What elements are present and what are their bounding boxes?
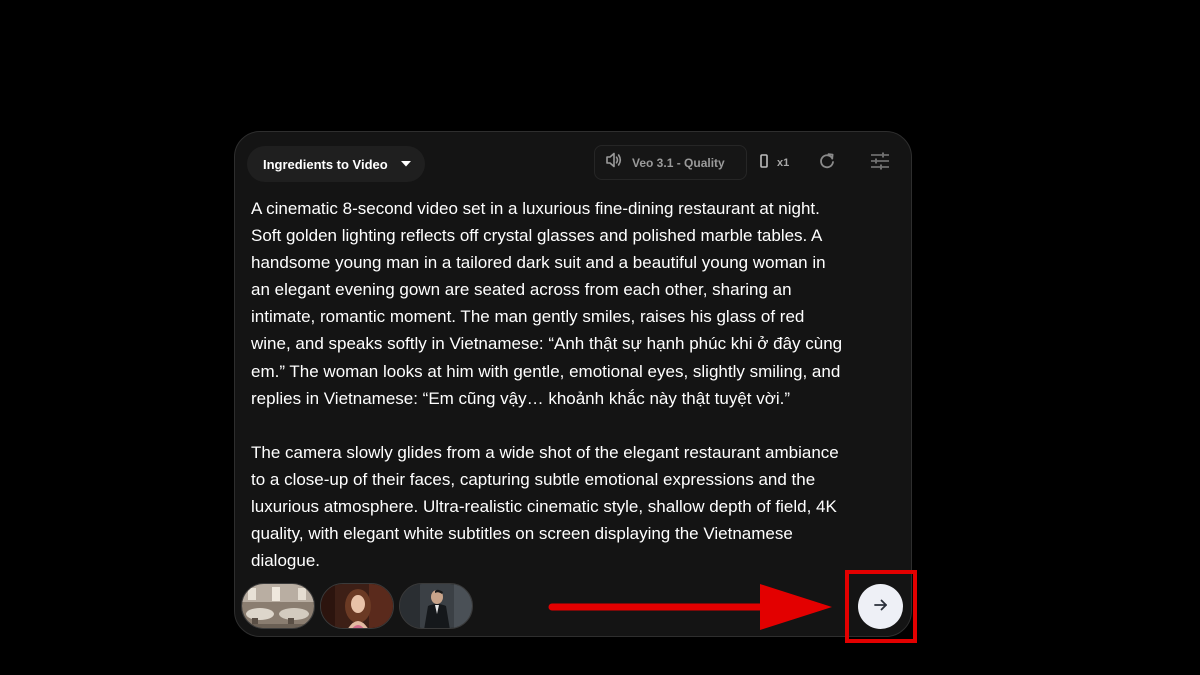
man-in-suit-thumbnail[interactable]: [399, 583, 473, 629]
sliders-icon: [870, 152, 890, 175]
output-settings-button[interactable]: x1: [760, 152, 789, 174]
refresh-icon: [818, 152, 836, 175]
restaurant-interior-thumbnail[interactable]: [241, 583, 315, 629]
mode-dropdown[interactable]: Ingredients to Video: [247, 146, 425, 182]
portrait-ratio-icon: [760, 153, 768, 173]
output-count: x1: [777, 157, 790, 169]
refresh-button[interactable]: [815, 151, 839, 175]
ingredient-thumbnails: [241, 583, 473, 629]
mode-dropdown-label: Ingredients to Video: [263, 156, 388, 172]
annotation-highlight-box: [845, 570, 917, 643]
prompt-panel: Ingredients to Video Veo 3.1 - Quality x…: [234, 131, 912, 637]
screen: Ingredients to Video Veo 3.1 - Quality x…: [0, 0, 1200, 675]
settings-button[interactable]: [868, 151, 892, 175]
speaker-icon: [605, 152, 623, 173]
annotation-arrow-icon: [548, 580, 838, 639]
caret-down-icon: [401, 161, 411, 167]
woman-portrait-thumbnail[interactable]: [320, 583, 394, 629]
model-select-label: Veo 3.1 - Quality: [632, 155, 725, 170]
prompt-textarea[interactable]: A cinematic 8-second video set in a luxu…: [251, 195, 899, 574]
model-select-button[interactable]: Veo 3.1 - Quality: [594, 145, 747, 180]
